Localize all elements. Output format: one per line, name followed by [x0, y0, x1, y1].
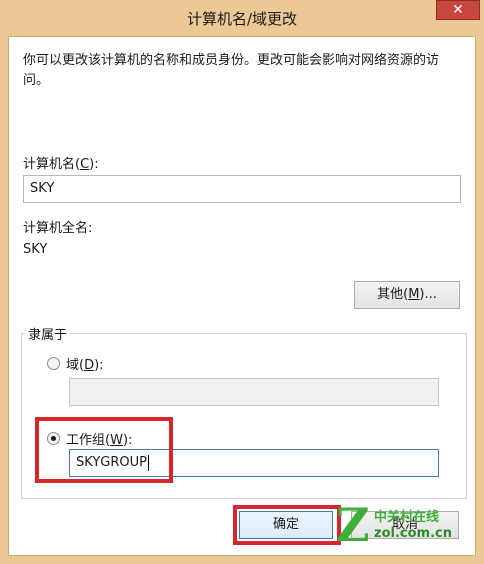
more-button[interactable]: 其他(M)... — [354, 281, 460, 309]
zol-watermark: Z 中关村在线 zol.com.cn — [336, 500, 476, 556]
member-of-title: 隶属于 — [25, 324, 71, 343]
domain-label: 域(D): — [66, 358, 104, 373]
full-name-value: SKY — [23, 242, 48, 257]
dialog-title: 计算机名/域更改 — [186, 10, 298, 28]
computer-name-input[interactable]: SKY — [23, 175, 461, 203]
domain-input[interactable] — [69, 378, 439, 406]
close-button[interactable]: ✕ — [436, 0, 480, 20]
title-bar[interactable]: 计算机名/域更改 ✕ — [0, 0, 484, 36]
domain-radio[interactable] — [47, 357, 60, 370]
description-text: 你可以更改该计算机的名称和成员身份。更改可能会影响对网络资源的访问。 — [23, 53, 440, 88]
watermark-line2: zol.com.cn — [374, 526, 452, 541]
watermark-line1: 中关村在线 — [374, 510, 440, 525]
zol-logo-icon: Z — [336, 498, 370, 552]
close-icon: ✕ — [452, 2, 464, 18]
workgroup-highlight — [35, 417, 173, 483]
full-name-label: 计算机全名: — [23, 221, 93, 236]
computer-name-label: 计算机名(C): — [23, 157, 99, 172]
dialog-body: 你可以更改该计算机的名称和成员身份。更改可能会影响对网络资源的访问。 计算机名(… — [8, 36, 476, 556]
ok-highlight — [233, 505, 341, 545]
dialog-window: 计算机名/域更改 ✕ 你可以更改该计算机的名称和成员身份。更改可能会影响对网络资… — [0, 0, 484, 564]
